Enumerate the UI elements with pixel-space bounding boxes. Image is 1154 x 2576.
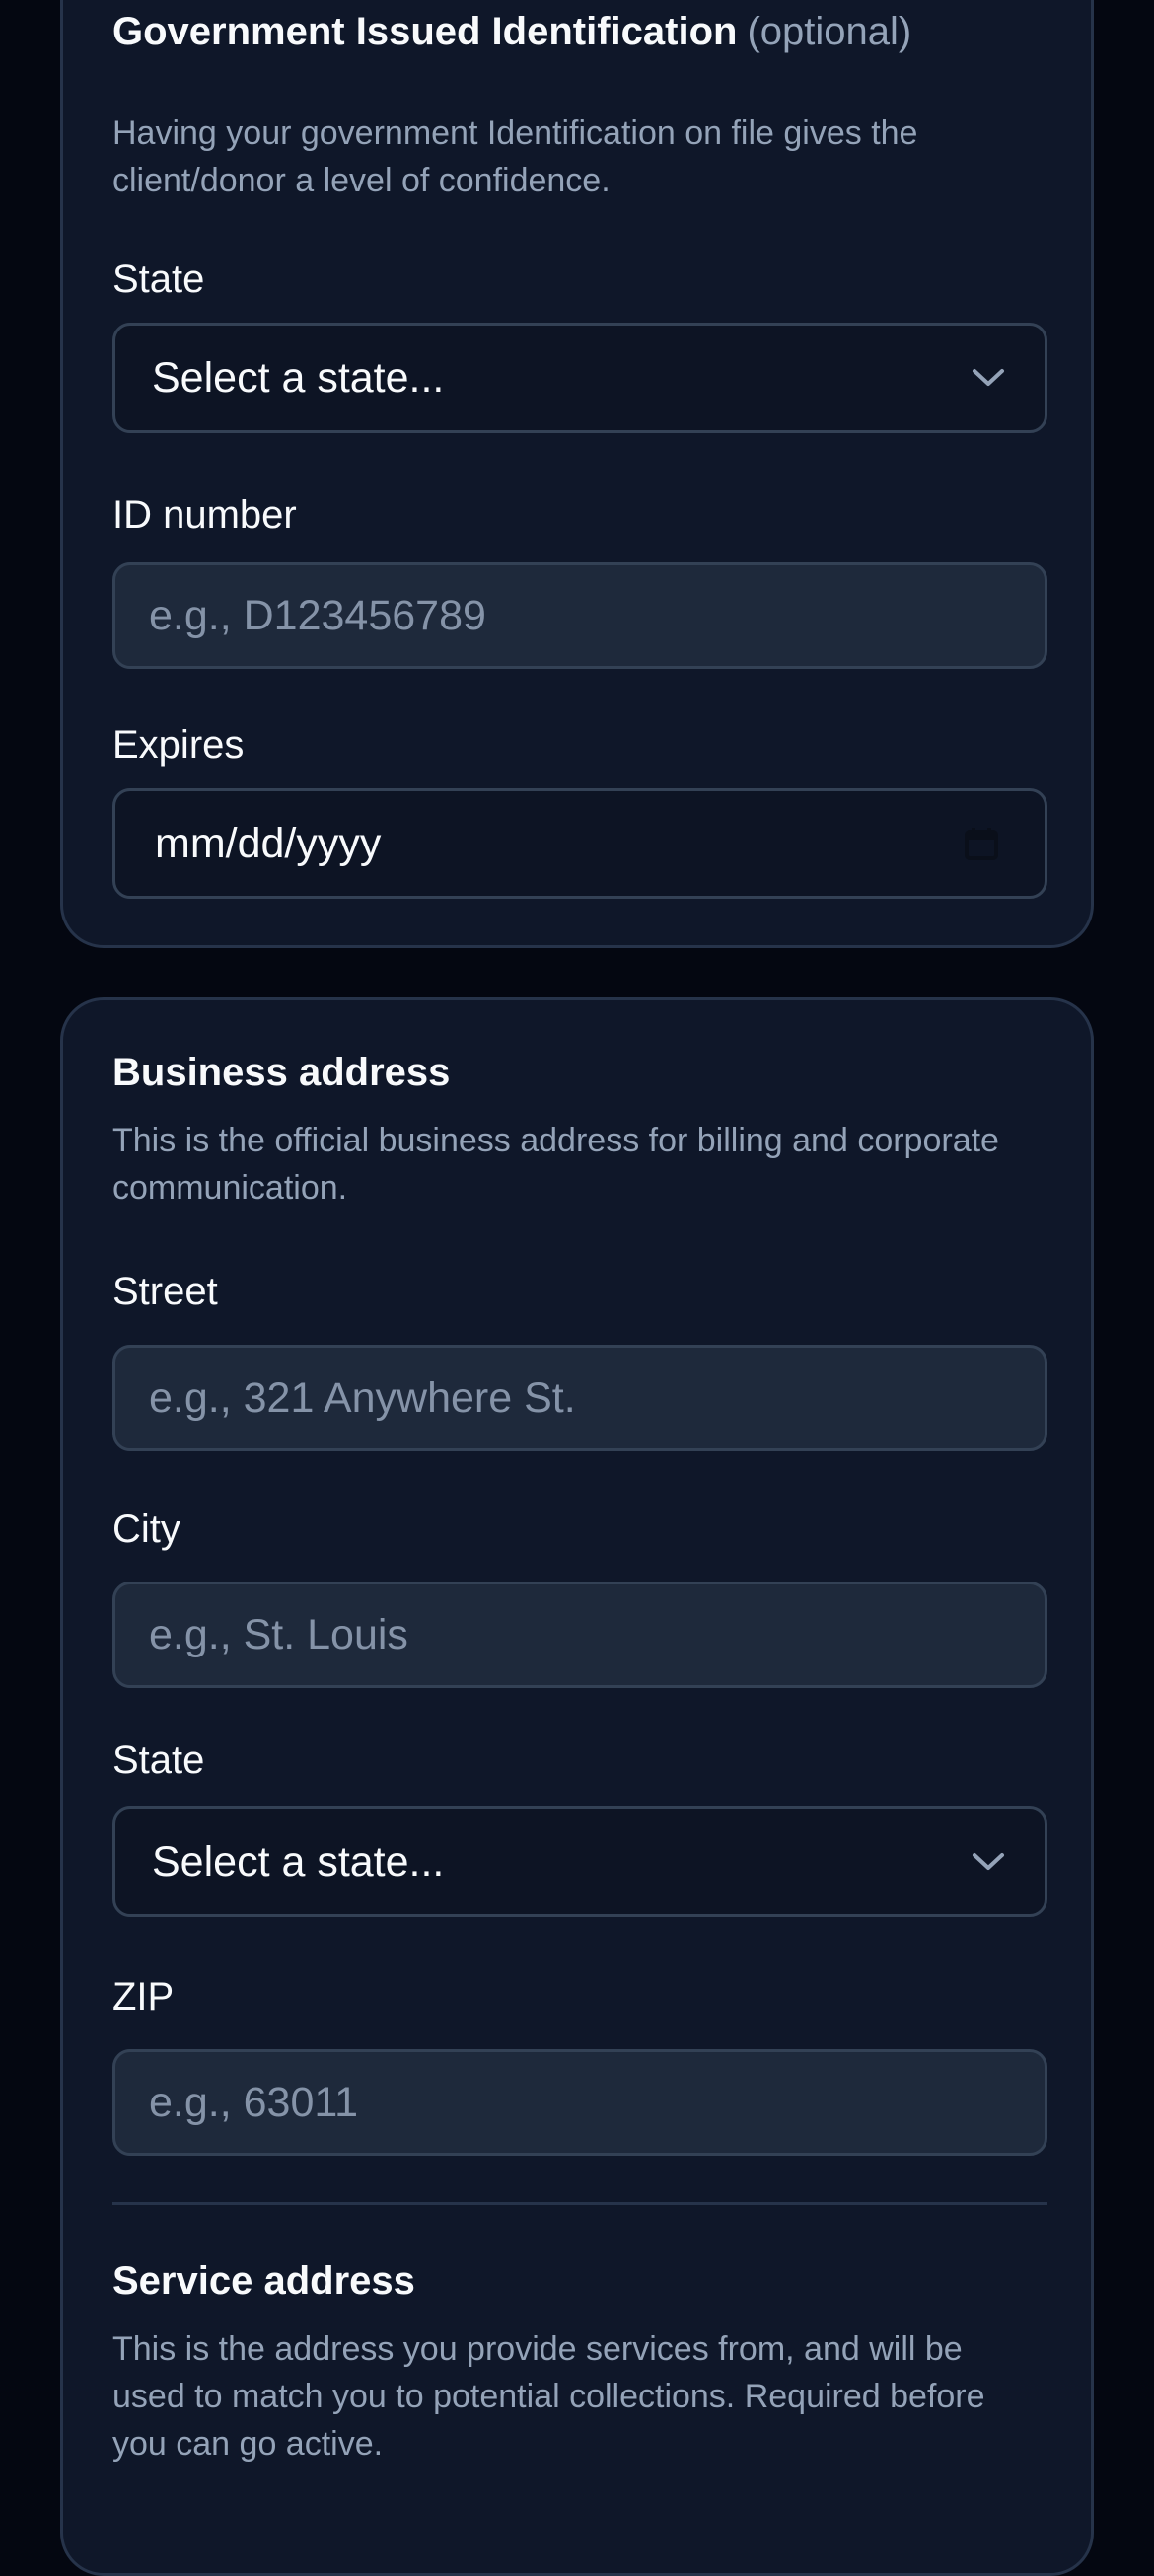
business-address-title: Business address (112, 1051, 451, 1094)
gov-id-title: Government Issued Identification (optiona… (112, 10, 911, 54)
city-label: City (112, 1508, 180, 1551)
city-input[interactable]: e.g., St. Louis (112, 1582, 1047, 1688)
section-divider (112, 2202, 1047, 2205)
id-number-label: ID number (112, 493, 297, 537)
business-state-value: Select a state... (152, 1837, 445, 1885)
calendar-icon[interactable] (964, 826, 999, 861)
street-input[interactable]: e.g., 321 Anywhere St. (112, 1345, 1047, 1451)
expires-date-input[interactable]: mm/dd/yyyy (112, 788, 1047, 899)
expires-value: mm/dd/yyyy (155, 819, 382, 867)
id-number-placeholder: e.g., D123456789 (149, 591, 486, 639)
gov-id-card: Government Issued Identification (optiona… (60, 0, 1094, 948)
business-address-description: This is the official business address fo… (112, 1122, 999, 1207)
business-state-select[interactable]: Select a state... (112, 1806, 1047, 1917)
expires-label: Expires (112, 723, 245, 767)
business-state-label: State (112, 1738, 205, 1782)
chevron-down-icon (973, 369, 1004, 386)
business-address-card: Business address This is the official bu… (60, 997, 1094, 2576)
street-label: Street (112, 1270, 218, 1313)
city-placeholder: e.g., St. Louis (149, 1610, 408, 1658)
service-address-title: Service address (112, 2259, 415, 2303)
zip-input[interactable]: e.g., 63011 (112, 2049, 1047, 2156)
optional-tag: (optional) (747, 10, 912, 53)
id-number-input[interactable]: e.g., D123456789 (112, 562, 1047, 669)
gov-id-state-select[interactable]: Select a state... (112, 323, 1047, 433)
zip-label: ZIP (112, 1975, 175, 2019)
service-address-description: This is the address you provide services… (112, 2330, 985, 2463)
zip-placeholder: e.g., 63011 (149, 2078, 358, 2126)
gov-id-state-label: State (112, 258, 205, 301)
gov-id-state-value: Select a state... (152, 353, 445, 402)
street-placeholder: e.g., 321 Anywhere St. (149, 1373, 576, 1422)
chevron-down-icon (973, 1853, 1004, 1870)
gov-id-title-text: Government Issued Identification (112, 10, 738, 53)
gov-id-description: Having your government Identification on… (112, 114, 918, 199)
